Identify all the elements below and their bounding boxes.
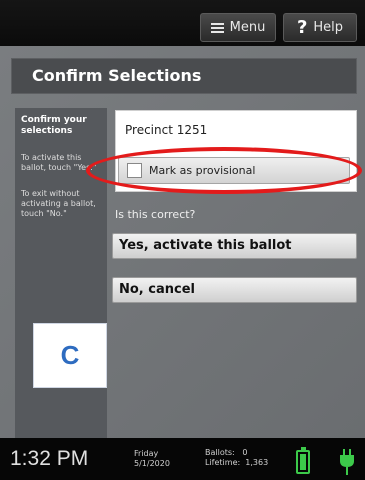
help-button[interactable]: ? Help (283, 13, 357, 42)
lifetime-count-label: Lifetime: (205, 458, 241, 467)
ballots-count: Ballots: 0 (205, 448, 268, 458)
help-label: Help (313, 20, 344, 35)
ballots-count-label: Ballots: (205, 448, 235, 457)
no-cancel-button[interactable]: No, cancel (112, 277, 357, 303)
lifetime-count-value: 1,363 (245, 458, 269, 467)
sidebar-instruction-no: To exit without activating a ballot, tou… (21, 189, 96, 218)
precinct-value: Precinct 1251 (125, 123, 208, 137)
day-label: Friday (134, 449, 159, 458)
menu-label: Menu (229, 20, 266, 35)
annotation-label-box: C (33, 323, 107, 388)
top-toolbar: Menu ? Help (0, 0, 365, 46)
help-icon: ? (296, 17, 308, 38)
instruction-sidebar: Confirm your selections To activate this… (15, 108, 107, 438)
clock-time: 1:32 PM (10, 447, 89, 470)
page-title-bar: Confirm Selections (11, 58, 357, 94)
menu-button[interactable]: Menu (200, 13, 276, 42)
main-panel: Confirm Selections Confirm your selectio… (0, 46, 365, 438)
confirm-question: Is this correct? (115, 208, 196, 221)
highlight-oval (86, 147, 362, 194)
ballots-count-value: 0 (242, 448, 248, 457)
annotation-label: C (60, 340, 80, 370)
sidebar-heading: Confirm your selections (21, 115, 87, 136)
menu-icon (210, 22, 224, 33)
page-title: Confirm Selections (32, 66, 202, 85)
date-label: 5/1/2020 (134, 459, 170, 468)
battery-icon (296, 447, 310, 474)
lifetime-count: Lifetime: 1,363 (205, 458, 268, 468)
date-display: Friday 5/1/2020 (134, 449, 170, 469)
yes-activate-button[interactable]: Yes, activate this ballot (112, 233, 357, 259)
ballot-counters: Ballots: 0 Lifetime: 1,363 (205, 448, 268, 468)
power-plug-icon (340, 449, 354, 475)
status-bar: 1:32 PM Friday 5/1/2020 Ballots: 0 Lifet… (0, 438, 365, 480)
